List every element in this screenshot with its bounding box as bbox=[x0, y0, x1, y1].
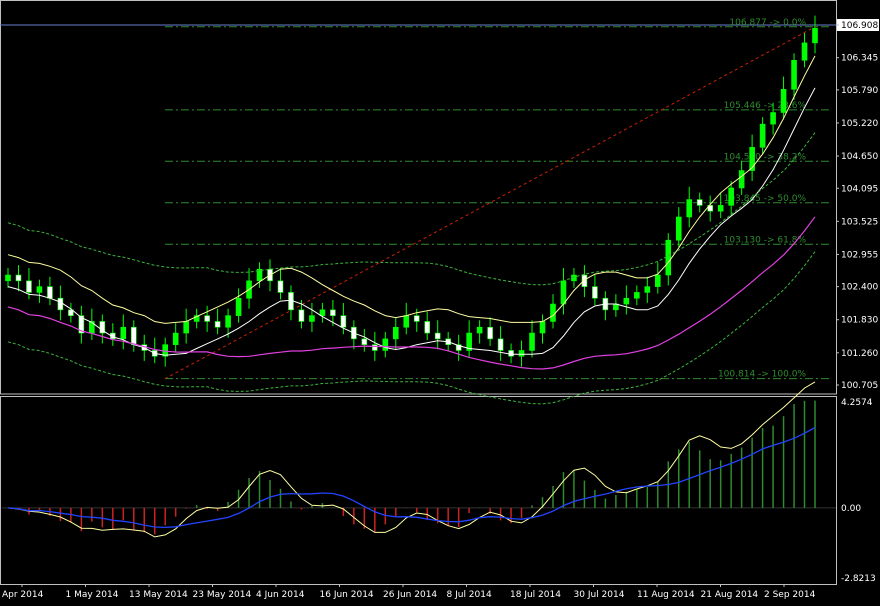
candle-body bbox=[550, 303, 556, 322]
candle-body bbox=[361, 338, 368, 345]
candle-body bbox=[340, 315, 347, 328]
candle-body bbox=[183, 321, 189, 334]
candle-body bbox=[539, 321, 546, 334]
date-axis-label: 8 Jul 2014 bbox=[447, 590, 492, 600]
candle-body bbox=[738, 170, 745, 189]
candle-body bbox=[508, 350, 514, 357]
indicator-pane-frame bbox=[0, 396, 837, 585]
candle-body bbox=[120, 326, 127, 340]
candle-body bbox=[717, 205, 724, 212]
date-axis-label: 2 Sep 2014 bbox=[764, 590, 816, 600]
candle-body bbox=[654, 274, 661, 287]
candle-body bbox=[5, 274, 11, 282]
price-axis-label: 101.260 bbox=[841, 349, 878, 359]
lower-band-line bbox=[7, 87, 816, 356]
candle-body bbox=[403, 315, 410, 328]
date-axis-label: 26 Jun 2014 bbox=[383, 590, 437, 600]
candle-body bbox=[235, 297, 242, 316]
indicator-axis-label: 0.00 bbox=[841, 504, 861, 514]
candle-body bbox=[330, 309, 336, 316]
candle-body bbox=[204, 315, 210, 322]
fib-level-label: 104.560 -> 38.2% bbox=[724, 152, 807, 162]
candle-body bbox=[592, 286, 598, 299]
candle-body bbox=[696, 199, 703, 206]
price-axis-label: 106.908 bbox=[841, 21, 878, 31]
upper-band-line bbox=[7, 55, 816, 324]
candle-body bbox=[770, 112, 776, 125]
candle-body bbox=[309, 315, 315, 322]
date-axis-label: 21 Aug 2014 bbox=[701, 590, 759, 600]
price-axis-label: 105.790 bbox=[841, 86, 878, 96]
candle-body bbox=[382, 338, 389, 351]
candle-body bbox=[298, 309, 305, 322]
price-axis-label: 104.650 bbox=[841, 152, 878, 162]
indicator-fast-line bbox=[7, 381, 816, 538]
price-axis-label: 104.095 bbox=[841, 184, 878, 194]
candle-body bbox=[675, 216, 682, 241]
fib-level-label: 103.845 -> 50.0% bbox=[724, 194, 807, 204]
candle-body bbox=[434, 332, 441, 340]
candle-body bbox=[15, 274, 22, 282]
candle-body bbox=[728, 187, 734, 206]
candle-body bbox=[801, 42, 808, 61]
candle-body bbox=[497, 338, 504, 351]
price-axis-label: 106.345 bbox=[841, 54, 878, 64]
fib-level-label: 100.814 -> 100.0% bbox=[718, 370, 806, 380]
candle-body bbox=[791, 59, 797, 90]
candle-body bbox=[277, 280, 284, 293]
candle-body bbox=[780, 89, 787, 113]
price-axis-label: 105.220 bbox=[841, 119, 878, 129]
candle-body bbox=[623, 297, 630, 305]
candle-body bbox=[372, 344, 378, 351]
candle-body bbox=[759, 123, 766, 148]
price-axis-label: 100.705 bbox=[841, 381, 878, 391]
candle-body bbox=[529, 332, 535, 351]
candle-body bbox=[26, 280, 32, 293]
date-axis-label: Apr 2014 bbox=[2, 590, 44, 600]
candle-body bbox=[214, 321, 221, 328]
fib-level-label: 105.446 -> 23.6% bbox=[724, 101, 807, 111]
candle-body bbox=[424, 321, 431, 334]
date-axis-label: 30 Jul 2014 bbox=[574, 590, 625, 600]
candle-body bbox=[665, 239, 672, 276]
date-axis-label: 23 May 2014 bbox=[193, 590, 252, 600]
date-axis-label: 11 Aug 2014 bbox=[637, 590, 695, 600]
candle-body bbox=[812, 28, 818, 44]
candle-body bbox=[581, 274, 588, 287]
envelope-lower-line bbox=[7, 251, 816, 405]
fib-level-label: 106.877 -> 0.0% bbox=[729, 18, 806, 28]
candle-body bbox=[319, 309, 326, 316]
date-axis-label: 13 May 2014 bbox=[129, 590, 188, 600]
candle-body bbox=[634, 292, 640, 299]
price-axis-label: 103.525 bbox=[841, 217, 878, 227]
date-axis-label: 4 Jun 2014 bbox=[256, 590, 305, 600]
candle-body bbox=[47, 286, 53, 299]
indicator-slow-line bbox=[7, 426, 816, 529]
candle-body bbox=[36, 286, 43, 293]
candle-body bbox=[225, 315, 231, 328]
indicator-axis-label: 4.2574 bbox=[841, 398, 873, 408]
price-axis-label: 101.830 bbox=[841, 316, 878, 326]
candle-body bbox=[172, 332, 179, 345]
candle-body bbox=[518, 350, 525, 357]
price-axis-label: 102.955 bbox=[841, 250, 878, 260]
candle-body bbox=[57, 297, 64, 311]
candle-body bbox=[560, 280, 567, 305]
date-axis-label: 1 May 2014 bbox=[66, 590, 119, 600]
candle-body bbox=[413, 315, 420, 322]
candle-body bbox=[644, 286, 651, 293]
indicator-axis-label: -2.8213 bbox=[841, 574, 876, 584]
date-axis-label: 16 Jun 2014 bbox=[320, 590, 374, 600]
candle-body bbox=[130, 326, 137, 345]
candle-body bbox=[487, 326, 493, 340]
candle-body bbox=[686, 199, 693, 218]
candle-body bbox=[476, 326, 483, 334]
price-chart-svg[interactable]: 106.908 106.345 105.790 105.220 104.650 104.0… bbox=[0, 0, 880, 602]
date-axis-label: 18 Jul 2014 bbox=[510, 590, 561, 600]
candle-body bbox=[392, 326, 399, 340]
price-axis-label: 102.400 bbox=[841, 283, 878, 293]
chart-window[interactable]: 106.908 106.345 105.790 105.220 104.650 104.0… bbox=[0, 0, 880, 602]
envelope-upper-line bbox=[7, 132, 816, 286]
